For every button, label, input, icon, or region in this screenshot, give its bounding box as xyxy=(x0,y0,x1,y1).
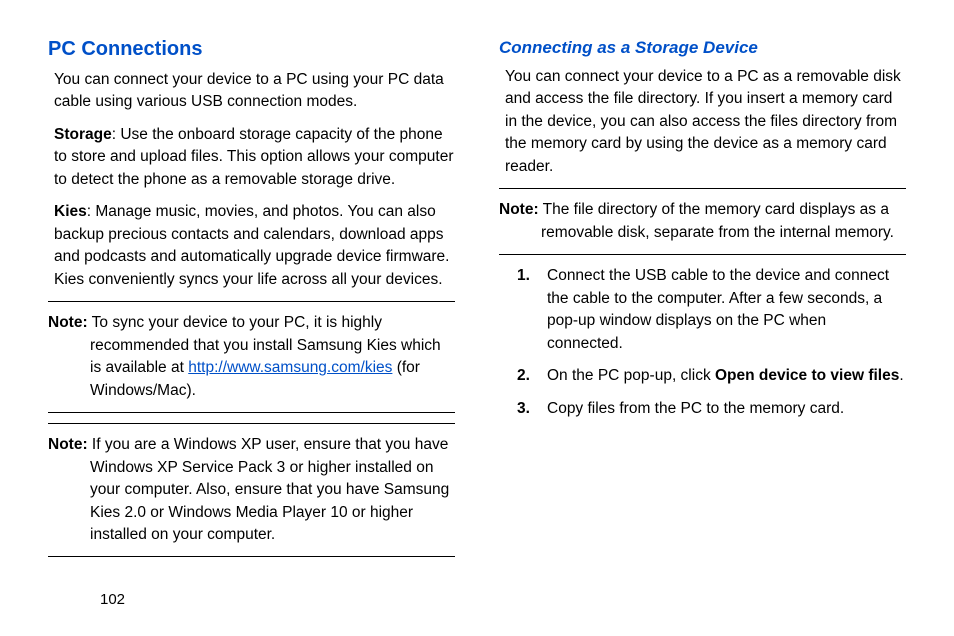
step-1: Connect the USB cable to the device and … xyxy=(517,265,906,355)
note-block-2: Note: If you are a Windows XP user, ensu… xyxy=(48,423,455,557)
steps-list: Connect the USB cable to the device and … xyxy=(517,265,906,420)
storage-device-heading: Connecting as a Storage Device xyxy=(499,38,906,58)
storage-label: Storage xyxy=(54,126,112,143)
step-2: On the PC pop-up, click Open device to v… xyxy=(517,365,906,387)
right-column: Connecting as a Storage Device You can c… xyxy=(499,38,906,567)
left-column: PC Connections You can connect your devi… xyxy=(48,38,455,567)
storage-device-intro: You can connect your device to a PC as a… xyxy=(499,66,906,178)
storage-paragraph: Storage: Use the onboard storage capacit… xyxy=(48,124,455,191)
step-2-pre: On the PC pop-up, click xyxy=(547,367,715,384)
page-columns: PC Connections You can connect your devi… xyxy=(48,38,906,567)
note-1-text: Note: To sync your device to your PC, it… xyxy=(48,312,455,402)
pc-connections-heading: PC Connections xyxy=(48,38,455,61)
note-2-text: Note: If you are a Windows XP user, ensu… xyxy=(48,434,455,546)
note-right-body: The file directory of the memory card di… xyxy=(539,201,894,240)
storage-text: : Use the onboard storage capacity of th… xyxy=(54,126,454,188)
kies-paragraph: Kies: Manage music, movies, and photos. … xyxy=(48,201,455,291)
note-block-right: Note: The file directory of the memory c… xyxy=(499,188,906,255)
note-1-label: Note: xyxy=(48,314,88,331)
step-2-post: . xyxy=(899,367,903,384)
kies-link[interactable]: http://www.samsung.com/kies xyxy=(188,359,392,376)
kies-label: Kies xyxy=(54,203,87,220)
kies-text: : Manage music, movies, and photos. You … xyxy=(54,203,449,287)
step-2-bold: Open device to view files xyxy=(715,367,899,384)
note-block-1: Note: To sync your device to your PC, it… xyxy=(48,301,455,413)
page-number: 102 xyxy=(100,591,125,608)
note-right-text: Note: The file directory of the memory c… xyxy=(499,199,906,244)
intro-paragraph: You can connect your device to a PC usin… xyxy=(48,69,455,114)
step-3: Copy files from the PC to the memory car… xyxy=(517,398,906,420)
note-2-body: If you are a Windows XP user, ensure tha… xyxy=(88,436,450,543)
note-2-label: Note: xyxy=(48,436,88,453)
note-right-label: Note: xyxy=(499,201,539,218)
